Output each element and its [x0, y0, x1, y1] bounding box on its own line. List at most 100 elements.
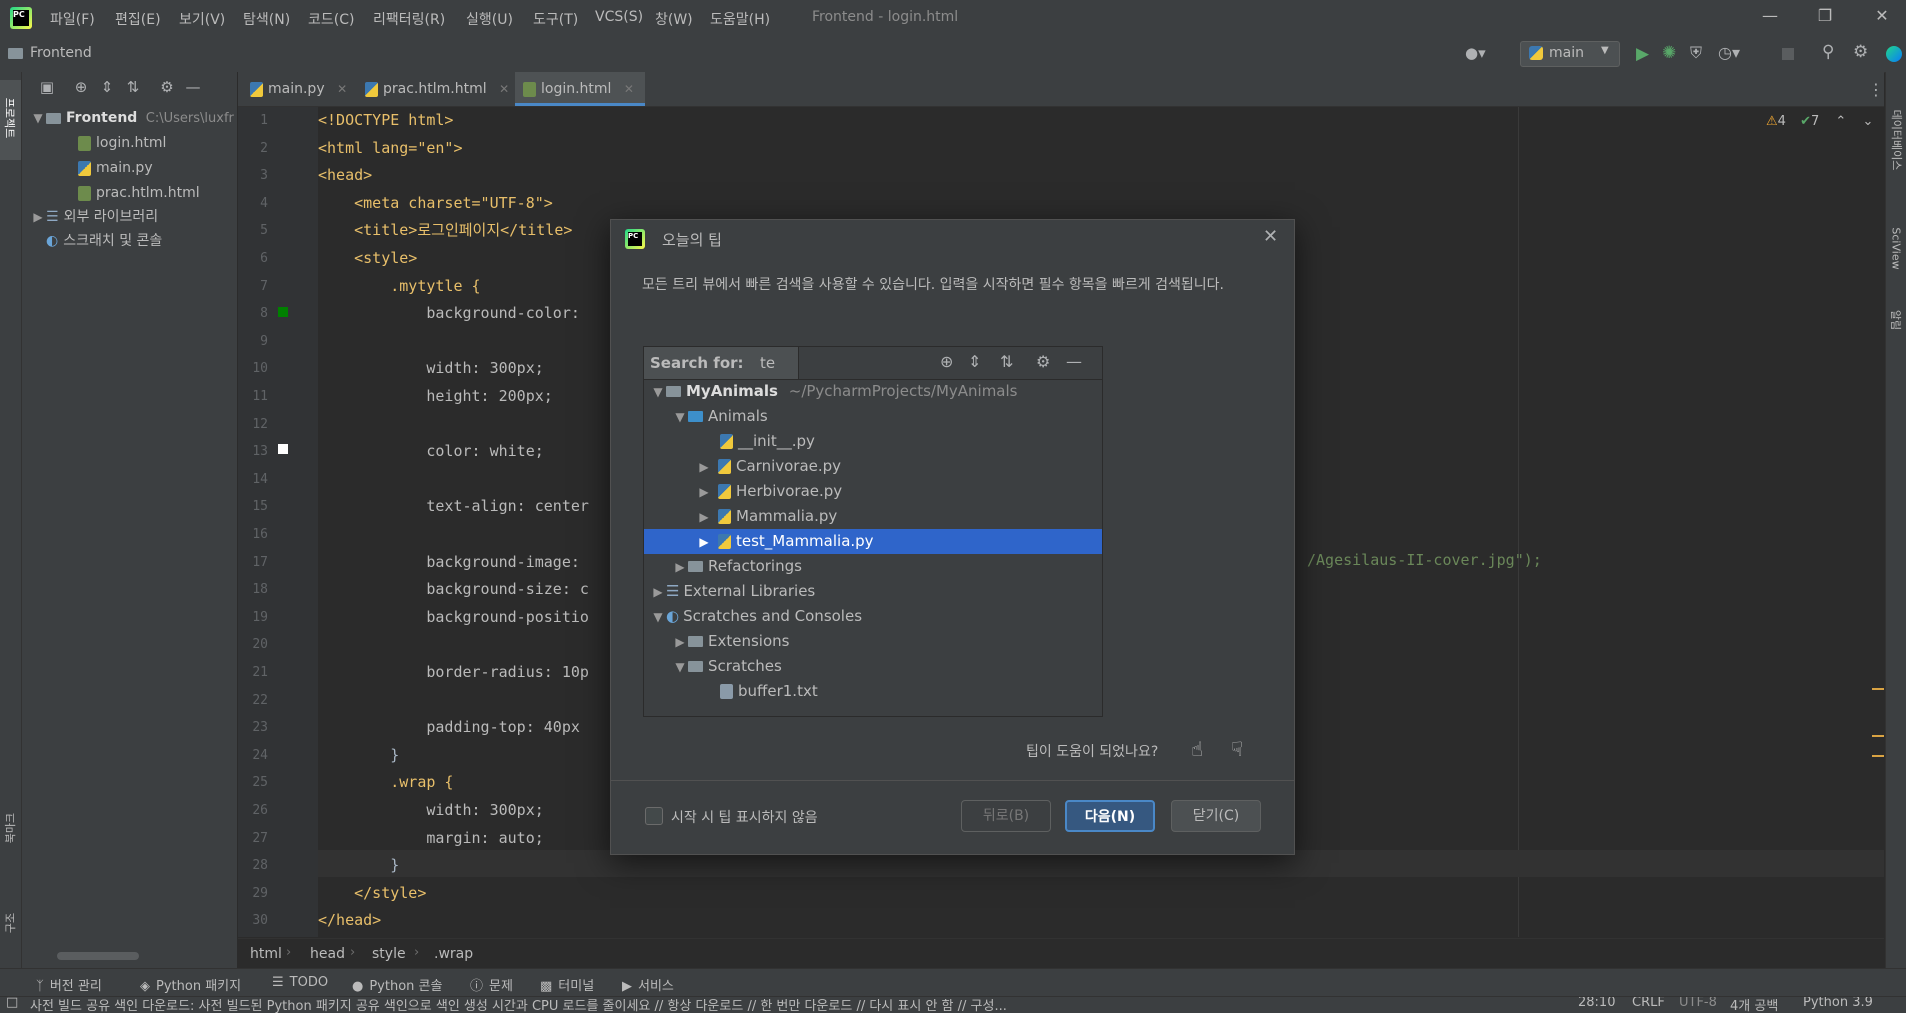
project-view-icon[interactable]: ▣ — [38, 78, 56, 96]
search-icon[interactable]: ⚲ — [1822, 42, 1834, 62]
hide-icon: — — [1066, 352, 1082, 371]
collapse-all-icon[interactable]: ⇅ — [124, 78, 142, 96]
next-button[interactable]: 다음(N) — [1065, 800, 1155, 832]
sciview-stripe-label[interactable]: SciView — [1890, 219, 1903, 279]
folder-icon — [688, 636, 703, 647]
menu-vcs[interactable]: VCS(S) — [595, 9, 643, 25]
close-tab-icon[interactable]: ✕ — [337, 82, 347, 96]
menu-refactor[interactable]: 리팩터링(R) — [373, 9, 445, 29]
todo-tab[interactable]: ☰ TODO — [272, 975, 328, 990]
gear-icon[interactable]: ⚙ — [158, 78, 176, 96]
branch-selector[interactable]: main ▼ — [1520, 41, 1620, 67]
horizontal-scrollbar[interactable] — [57, 952, 139, 960]
python-icon — [1529, 46, 1543, 60]
tab-login-html[interactable]: login.html ✕ — [515, 72, 645, 106]
indent-setting[interactable]: 4개 공백 — [1730, 997, 1778, 1013]
package-icon: ◈ — [140, 979, 150, 994]
status-message[interactable]: 사전 빌드 공유 색인 다운로드: 사전 빌드된 Python 패키지 공유 색… — [30, 997, 1190, 1013]
menu-help[interactable]: 도움말(H) — [710, 9, 770, 29]
scroll-marker — [1872, 688, 1884, 690]
python-icon: ● — [352, 979, 364, 994]
code-line: .mytytle { — [318, 276, 481, 295]
preview-tree-row-selected: ▶ test_Mammalia.py — [644, 529, 1102, 554]
menu-view[interactable]: 보기(V) — [179, 9, 225, 29]
version-control-tab[interactable]: ᛉ 버전 관리 — [36, 975, 102, 994]
stop-icon[interactable] — [1782, 48, 1794, 60]
terminal-tab[interactable]: ▩ 터미널 — [540, 975, 594, 994]
structure-stripe-label[interactable]: 구조 — [2, 900, 18, 946]
file-encoding[interactable]: UTF-8 — [1679, 997, 1717, 1010]
tab-prac-htlm-html[interactable]: prac.htlm.html ✕ — [363, 72, 513, 106]
dont-show-label[interactable]: 시작 시 팁 표시하지 않음 — [671, 807, 818, 827]
html-file-icon — [78, 135, 91, 151]
project-stripe-label[interactable]: 프로젝트 — [2, 80, 18, 156]
restore-icon[interactable]: ❐ — [1810, 6, 1840, 30]
tree-row-file[interactable]: login.html — [78, 132, 166, 154]
python-packages-tab[interactable]: ◈ Python 패키지 — [140, 975, 241, 994]
menu-code[interactable]: 코드(C) — [308, 9, 354, 29]
breadcrumb-head[interactable]: head — [310, 946, 345, 962]
tree-row-external-libraries[interactable]: ▶ ☰ 외부 라이브러리 — [30, 206, 158, 228]
database-stripe-label[interactable]: 데이터베이스 — [1889, 95, 1905, 185]
tree-row-file[interactable]: prac.htlm.html — [78, 182, 200, 204]
line-number: 27 — [252, 830, 268, 846]
chevron-down-icon: ▼ — [675, 410, 685, 424]
bookmarks-stripe-label[interactable]: 북마크 — [2, 800, 18, 856]
minimize-icon[interactable]: — — [1755, 6, 1785, 30]
code-line: <!DOCTYPE html> — [318, 111, 454, 129]
close-tab-icon[interactable]: ✕ — [624, 82, 634, 96]
jetbrains-icon[interactable] — [1886, 46, 1902, 62]
thumbs-down-icon[interactable]: ☟ — [1231, 737, 1243, 761]
breadcrumb-wrap[interactable]: .wrap — [434, 946, 473, 962]
tree-row-scratches[interactable]: ◐ 스크래치 및 콘솔 — [46, 230, 162, 252]
chevron-down-icon[interactable]: ⌄ — [1862, 114, 1873, 129]
tab-main-py[interactable]: main.py ✕ — [248, 72, 358, 106]
chevron-down-icon: ▼ — [675, 660, 685, 674]
more-tabs-icon[interactable]: ⋮ — [1868, 80, 1884, 99]
python-interpreter[interactable]: Python 3.9 — [1803, 997, 1873, 1010]
folder-icon — [46, 112, 61, 124]
dont-show-checkbox[interactable] — [645, 807, 663, 825]
window-title: Frontend - login.html — [812, 9, 959, 25]
close-button[interactable]: 닫기(C) — [1171, 800, 1261, 832]
code-line: <style> — [318, 249, 418, 267]
python-console-tab[interactable]: ● Python 콘솔 — [352, 975, 442, 994]
menu-file[interactable]: 파일(F) — [50, 9, 95, 29]
profile-icon[interactable]: ◷▾ — [1718, 43, 1740, 62]
locate-icon[interactable]: ⊕ — [72, 78, 90, 96]
caret-position[interactable]: 28:10 — [1578, 997, 1615, 1010]
inspection-widget[interactable]: ⚠4 ✔7 ⌃ ⌄ — [1766, 114, 1873, 129]
chevron-up-icon[interactable]: ⌃ — [1835, 114, 1846, 129]
tree-label: Mammalia.py — [736, 507, 838, 525]
debug-icon[interactable]: ✺ — [1662, 43, 1676, 63]
close-window-icon[interactable]: ✕ — [1867, 6, 1897, 30]
menu-edit[interactable]: 편집(E) — [115, 9, 161, 29]
services-tab[interactable]: ▶ 서비스 — [622, 975, 674, 994]
run-icon[interactable]: ▶ — [1636, 44, 1649, 64]
menu-run[interactable]: 실행(U) — [466, 9, 513, 29]
menu-window[interactable]: 창(W) — [655, 9, 693, 29]
user-icon[interactable]: ●▾ — [1465, 44, 1495, 64]
python-file-icon — [718, 534, 731, 549]
menu-navigate[interactable]: 탐색(N) — [243, 9, 290, 29]
problems-tab[interactable]: ⓘ 문제 — [470, 975, 513, 994]
coverage-icon[interactable]: ⛨ — [1690, 43, 1702, 63]
thumbs-up-icon[interactable]: ☝ — [1191, 737, 1203, 761]
back-button[interactable]: 뒤로(B) — [961, 800, 1051, 832]
project-breadcrumb[interactable]: Frontend — [30, 45, 92, 61]
status-toggle-icon[interactable]: □ — [6, 997, 18, 1010]
expand-all-icon[interactable]: ⇕ — [98, 78, 116, 96]
line-ending[interactable]: CRLF — [1632, 997, 1665, 1010]
hide-icon[interactable]: — — [184, 78, 202, 96]
tree-row-file[interactable]: main.py — [78, 157, 153, 179]
line-number: 26 — [252, 803, 268, 818]
breadcrumb-style[interactable]: style — [372, 946, 406, 962]
close-tab-icon[interactable]: ✕ — [499, 82, 509, 96]
settings-icon[interactable]: ⚙ — [1853, 42, 1868, 62]
tree-row-root[interactable]: ▼ Frontend C:\Users\luxfr — [30, 107, 234, 129]
menu-tools[interactable]: 도구(T) — [533, 9, 578, 29]
breadcrumb-html[interactable]: html — [250, 946, 282, 962]
close-icon[interactable]: ✕ — [1263, 226, 1278, 247]
notifications-stripe-label[interactable]: 알림 — [1888, 300, 1904, 340]
menu-bar: PC 파일(F) 편집(E) 보기(V) 탐색(N) 코드(C) 리팩터링(R)… — [0, 0, 1906, 36]
